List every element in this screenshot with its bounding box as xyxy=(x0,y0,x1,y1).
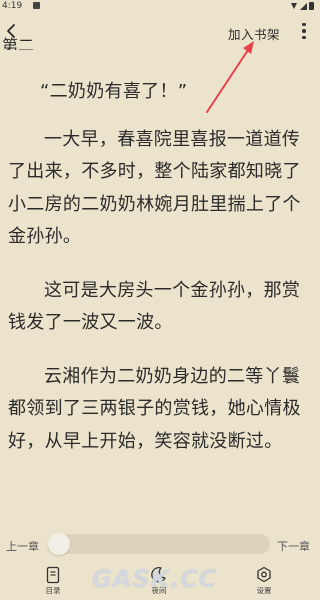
settings-icon xyxy=(257,566,271,583)
paragraph: “二奶奶有喜了！” xyxy=(40,81,188,102)
next-chapter-button[interactable]: 下一章 xyxy=(277,538,310,554)
notification-icon xyxy=(33,2,40,9)
more-vertical-icon xyxy=(302,22,306,40)
chapter-content: “二奶奶有喜了！” 一大早，春喜院里喜报一道道传了出来，不多时，整个陆家都知晓了… xyxy=(8,76,312,479)
slider-thumb[interactable] xyxy=(48,533,70,555)
add-to-shelf-button[interactable]: 加入书架 xyxy=(228,24,280,43)
catalog-label: 目录 xyxy=(45,586,61,595)
paragraph: 云湘作为二奶奶身边的二等丫鬟都领到了三两银子的赏钱，她心情极好，从早上开始，笑容… xyxy=(8,365,301,452)
catalog-button[interactable]: 目录 xyxy=(33,566,73,596)
bottom-navigation: 目录 夜间 设置 xyxy=(0,566,320,600)
cut-off-text-line: 第二 xyxy=(2,36,35,50)
prev-chapter-button[interactable]: 上一章 xyxy=(6,538,39,554)
catalog-icon xyxy=(46,566,60,584)
status-time: 4:19 xyxy=(2,1,23,11)
status-bar: 4:19 xyxy=(0,0,320,12)
settings-label: 设置 xyxy=(256,586,272,595)
more-options-button[interactable] xyxy=(294,18,314,44)
paragraph: 这可是大房头一个金孙孙，那赏钱发了一波又一波。 xyxy=(8,279,301,334)
chapter-progress-slider[interactable] xyxy=(48,534,270,554)
moon-icon xyxy=(151,567,166,583)
night-mode-label: 夜间 xyxy=(151,586,167,595)
settings-button[interactable]: 设置 xyxy=(244,566,284,596)
night-mode-button[interactable]: 夜间 xyxy=(139,566,179,596)
chapter-navigation: 上一章 下一章 xyxy=(0,529,320,559)
reader-toolbar: 加入书架 xyxy=(0,12,320,48)
paragraph: 一大早，春喜院里喜报一道道传了出来，不多时，整个陆家都知晓了小二房的二奶奶林婉月… xyxy=(8,128,301,248)
signal-battery-icon xyxy=(291,2,314,10)
